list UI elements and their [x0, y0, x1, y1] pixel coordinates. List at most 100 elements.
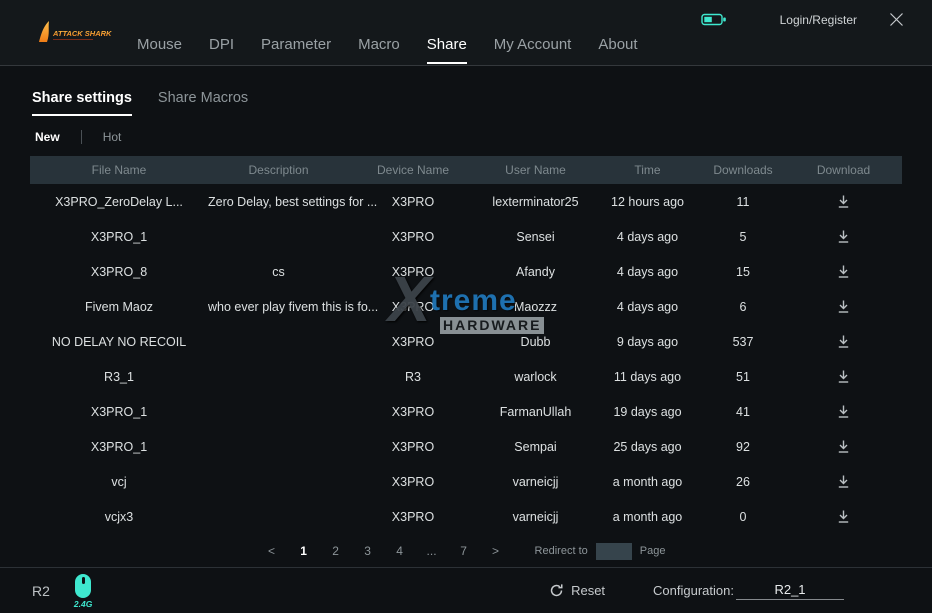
table-row: X3PRO_1 X3PRO Sempai 25 days ago 92: [30, 429, 902, 464]
redirect-page-input[interactable]: [596, 543, 632, 560]
configuration-group: Configuration: R2_1: [653, 582, 844, 600]
download-button[interactable]: [785, 474, 902, 489]
cell-time: 9 days ago: [594, 335, 701, 349]
reset-label: Reset: [571, 583, 605, 598]
device-profile-name: R2: [32, 583, 50, 599]
cell-time: a month ago: [594, 475, 701, 489]
table-body: X3PRO_ZeroDelay L... Zero Delay, best se…: [30, 184, 902, 534]
download-button[interactable]: [785, 229, 902, 244]
table-row: Fivem Maoz who ever play fivem this is f…: [30, 289, 902, 324]
table-row: X3PRO_ZeroDelay L... Zero Delay, best se…: [30, 184, 902, 219]
tab-share-macros[interactable]: Share Macros: [158, 90, 248, 106]
mouse-connection-widget[interactable]: 2.4G: [74, 574, 92, 609]
download-button[interactable]: [785, 404, 902, 419]
mouse-scrollwheel: [82, 577, 85, 584]
cell-file-name: X3PRO_1: [30, 440, 208, 454]
download-button[interactable]: [785, 334, 902, 349]
download-button[interactable]: [785, 439, 902, 454]
download-button[interactable]: [785, 264, 902, 279]
cell-file-name: vcj: [30, 475, 208, 489]
sort-filters: New Hot: [35, 130, 932, 144]
nav-my-account[interactable]: My Account: [494, 36, 572, 53]
download-icon: [836, 369, 851, 384]
nav-dpi[interactable]: DPI: [209, 36, 234, 53]
table-row: vcjx3 X3PRO varneicjj a month ago 0: [30, 499, 902, 534]
cell-time: 12 hours ago: [594, 195, 701, 209]
nav-macro[interactable]: Macro: [358, 36, 400, 53]
cell-downloads: 92: [701, 440, 785, 454]
cell-device-name: R3: [349, 370, 477, 384]
nav-about[interactable]: About: [598, 36, 637, 53]
page-ellipsis[interactable]: ...: [427, 544, 437, 558]
cell-file-name: X3PRO_1: [30, 230, 208, 244]
download-button[interactable]: [785, 299, 902, 314]
close-icon[interactable]: [889, 12, 904, 27]
col-description: Description: [208, 163, 349, 177]
cell-device-name: X3PRO: [349, 230, 477, 244]
download-icon: [836, 509, 851, 524]
cell-downloads: 6: [701, 300, 785, 314]
cell-device-name: X3PRO: [349, 265, 477, 279]
cell-user-name: Sempai: [477, 440, 594, 454]
download-button[interactable]: [785, 194, 902, 209]
cell-description: cs: [208, 265, 349, 279]
cell-time: 4 days ago: [594, 230, 701, 244]
cell-file-name: Fivem Maoz: [30, 300, 208, 314]
page-1[interactable]: 1: [299, 544, 309, 558]
cell-user-name: Afandy: [477, 265, 594, 279]
attack-shark-logo-icon: ATTACK SHARK: [34, 18, 126, 48]
redirect-group: Redirect to Page: [535, 543, 666, 560]
cell-downloads: 5: [701, 230, 785, 244]
cell-file-name: X3PRO_8: [30, 265, 208, 279]
cell-device-name: X3PRO: [349, 300, 477, 314]
cell-device-name: X3PRO: [349, 440, 477, 454]
page-prev[interactable]: <: [267, 544, 277, 558]
col-time: Time: [594, 163, 701, 177]
page-4[interactable]: 4: [395, 544, 405, 558]
cell-downloads: 11: [701, 195, 785, 209]
table-row: R3_1 R3 warlock 11 days ago 51: [30, 359, 902, 394]
battery-icon: [701, 12, 728, 27]
cell-file-name: R3_1: [30, 370, 208, 384]
cell-user-name: Dubb: [477, 335, 594, 349]
tab-share-settings[interactable]: Share settings: [32, 90, 132, 106]
page-3[interactable]: 3: [363, 544, 373, 558]
main-nav: Mouse DPI Parameter Macro Share My Accou…: [137, 0, 638, 66]
cell-file-name: X3PRO_ZeroDelay L...: [30, 195, 208, 209]
cell-user-name: varneicjj: [477, 510, 594, 524]
cell-device-name: X3PRO: [349, 405, 477, 419]
cell-description: who ever play fivem this is fo...: [208, 300, 349, 314]
cell-user-name: varneicjj: [477, 475, 594, 489]
page-2[interactable]: 2: [331, 544, 341, 558]
cell-downloads: 51: [701, 370, 785, 384]
cell-file-name: X3PRO_1: [30, 405, 208, 419]
login-register-link[interactable]: Login/Register: [780, 13, 857, 27]
configuration-value[interactable]: R2_1: [736, 582, 844, 600]
nav-mouse[interactable]: Mouse: [137, 36, 182, 53]
page-7[interactable]: 7: [459, 544, 469, 558]
cell-device-name: X3PRO: [349, 510, 477, 524]
filter-hot[interactable]: Hot: [103, 130, 122, 144]
cell-description: Zero Delay, best settings for ...: [208, 195, 349, 209]
configuration-label: Configuration:: [653, 583, 734, 598]
cell-downloads: 26: [701, 475, 785, 489]
nav-parameter[interactable]: Parameter: [261, 36, 331, 53]
download-icon: [836, 264, 851, 279]
cell-time: 4 days ago: [594, 300, 701, 314]
brand-logo: ATTACK SHARK: [34, 18, 126, 48]
filter-divider: [81, 130, 82, 144]
cell-time: 25 days ago: [594, 440, 701, 454]
download-icon: [836, 229, 851, 244]
footer-bar: R2 2.4G Reset Configuration: R2_1: [0, 567, 932, 613]
download-button[interactable]: [785, 509, 902, 524]
nav-share[interactable]: Share: [427, 36, 467, 53]
filter-new[interactable]: New: [35, 130, 60, 144]
col-device-name: Device Name: [349, 163, 477, 177]
table-row: NO DELAY NO RECOIL X3PRO Dubb 9 days ago…: [30, 324, 902, 359]
page-next[interactable]: >: [491, 544, 501, 558]
cell-device-name: X3PRO: [349, 335, 477, 349]
download-button[interactable]: [785, 369, 902, 384]
cell-time: a month ago: [594, 510, 701, 524]
reset-button[interactable]: Reset: [549, 583, 605, 598]
cell-user-name: FarmanUllah: [477, 405, 594, 419]
